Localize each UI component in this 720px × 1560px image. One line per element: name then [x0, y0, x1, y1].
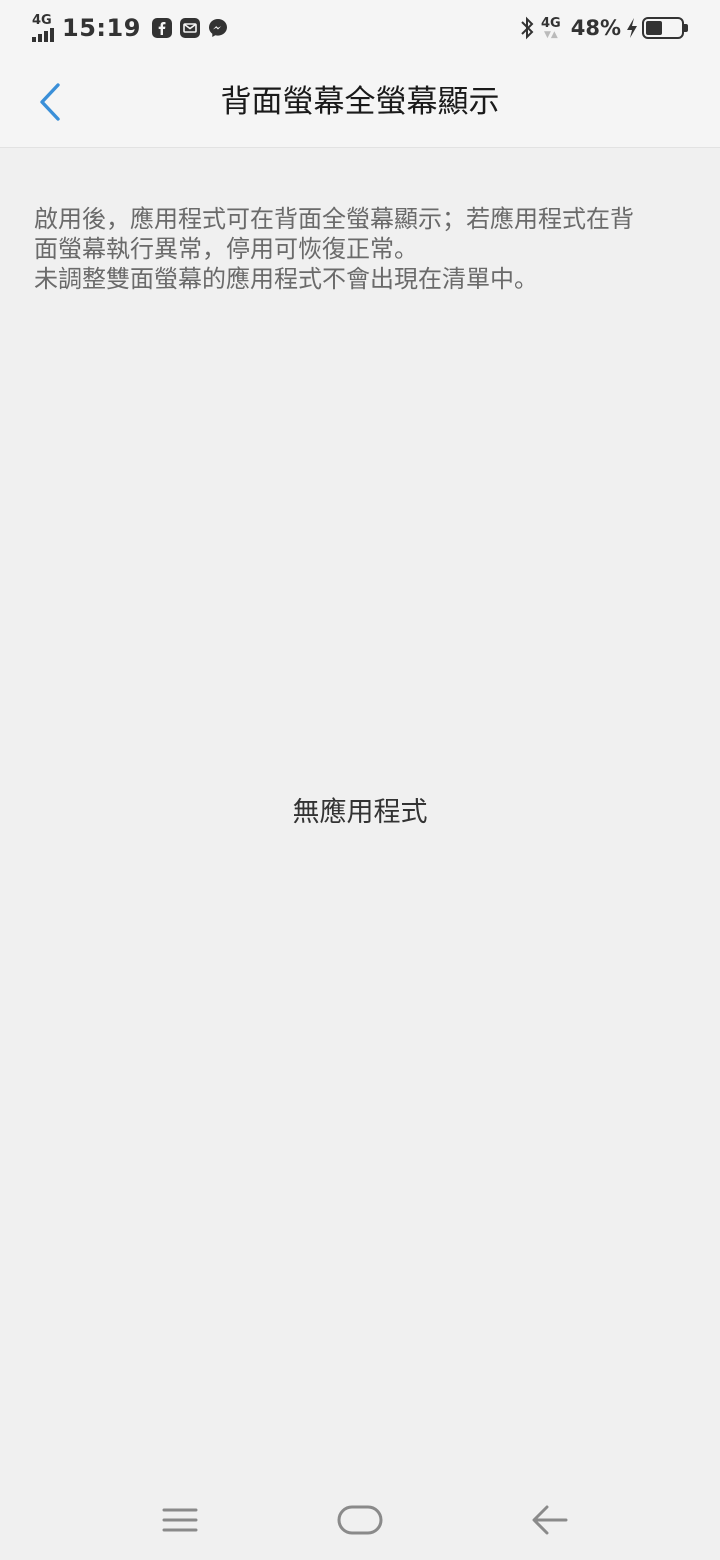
home-button[interactable] — [300, 1480, 420, 1560]
mobile-data-indicator: 4G ▼▲ — [541, 17, 561, 40]
mail-icon — [179, 17, 201, 39]
cellular-signal: 4G — [32, 14, 54, 42]
messenger-icon — [207, 17, 229, 39]
network-type-label-right: 4G — [541, 15, 561, 31]
status-bar: 4G 15:19 4G ▼▲ 48% — [0, 0, 720, 56]
description-line: 面螢幕執行異常，停用可恢復正常。 — [34, 235, 418, 263]
navigation-bar — [0, 1480, 720, 1560]
menu-icon — [162, 1508, 198, 1532]
description-text: 啟用後，應用程式可在背面全螢幕顯示；若應用程式在背 面螢幕執行異常，停用可恢復正… — [34, 204, 690, 294]
app-header: 背面螢幕全螢幕顯示 — [0, 56, 720, 148]
screen: 4G 15:19 4G ▼▲ 48% 背面螢幕全螢幕顯示 啟用後，應用程式可在背… — [0, 0, 720, 1560]
facebook-icon — [151, 17, 173, 39]
data-arrows-icon: ▼▲ — [543, 29, 558, 40]
status-time: 15:19 — [62, 14, 141, 42]
home-icon — [337, 1505, 383, 1535]
battery-icon — [642, 17, 688, 39]
signal-bars-icon — [32, 28, 54, 42]
bluetooth-icon — [519, 15, 535, 41]
empty-state-text: 無應用程式 — [292, 797, 428, 828]
charging-bolt-icon — [625, 17, 639, 39]
description-line: 未調整雙面螢幕的應用程式不會出現在清單中。 — [34, 265, 538, 293]
status-bar-left: 4G 15:19 — [32, 12, 235, 44]
status-bar-right: 4G ▼▲ 48% — [519, 12, 688, 44]
recent-apps-button[interactable] — [120, 1480, 240, 1560]
battery-level-fill — [646, 21, 662, 35]
nav-back-button[interactable] — [490, 1480, 610, 1560]
description-line: 啟用後，應用程式可在背面全螢幕顯示；若應用程式在背 — [34, 205, 634, 233]
page-title: 背面螢幕全螢幕顯示 — [220, 84, 500, 120]
back-arrow-icon — [532, 1505, 568, 1535]
network-type-label: 4G — [32, 13, 52, 28]
battery-percent: 48% — [570, 16, 621, 40]
